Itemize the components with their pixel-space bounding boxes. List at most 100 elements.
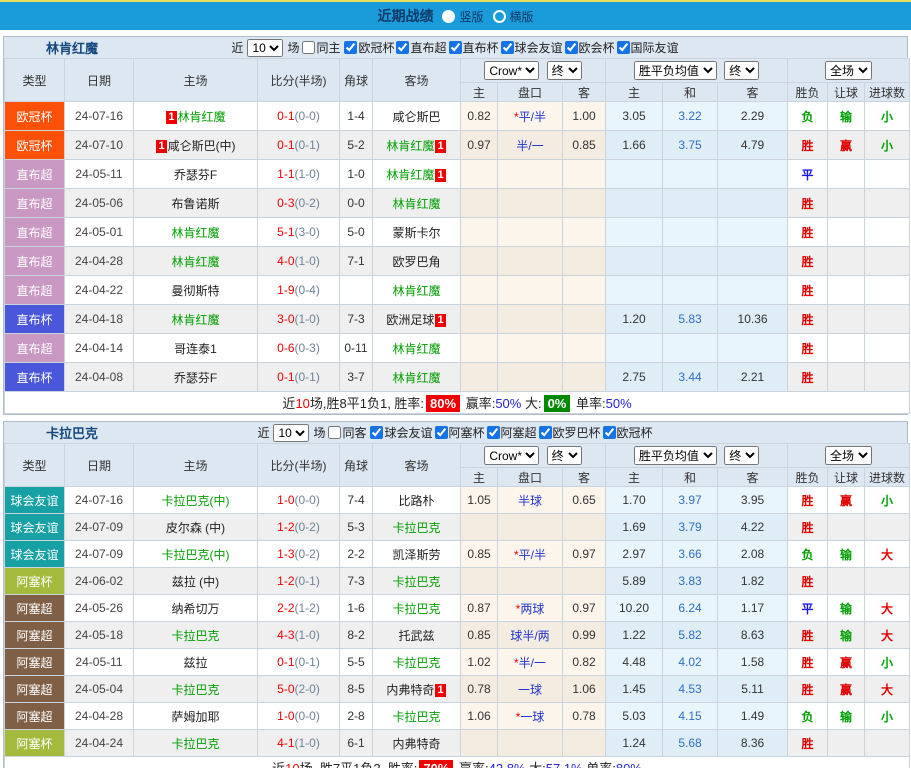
league-checkbox[interactable] <box>396 41 409 54</box>
near-count-select[interactable]: 10 <box>273 424 309 442</box>
league-checkbox[interactable] <box>501 41 514 54</box>
league-filter[interactable]: 欧会杯 <box>565 39 615 56</box>
away-team-link[interactable]: 卡拉巴克 <box>392 575 440 589</box>
odds-away-cell: 0.99 <box>563 622 606 649</box>
league-filter[interactable]: 直布超 <box>396 39 446 56</box>
away-team-link[interactable]: 凯泽斯劳 <box>392 548 440 562</box>
radio-horizontal-icon[interactable] <box>493 10 506 23</box>
home-team-link[interactable]: 布鲁诺斯 <box>171 197 219 211</box>
same-filter[interactable]: 同客 <box>328 424 366 441</box>
home-team-cell: 卡拉巴克 <box>134 622 258 649</box>
home-team-link[interactable]: 卡拉巴克(中) <box>162 494 230 508</box>
home-team-link[interactable]: 兹拉 <box>183 656 207 670</box>
away-team-link[interactable]: 卡拉巴克 <box>392 710 440 724</box>
home-team-link[interactable]: 林肯红魔 <box>171 313 219 327</box>
handicap-line-cell <box>498 363 563 392</box>
home-team-link[interactable]: 纳希切万 <box>171 602 219 616</box>
away-team-link[interactable]: 欧罗巴角 <box>392 255 440 269</box>
league-filter[interactable]: 国际友谊 <box>617 39 679 56</box>
same-filter-checkbox[interactable] <box>302 41 315 54</box>
match-date-cell: 24-05-18 <box>65 622 134 649</box>
away-team-link[interactable]: 林肯红魔 <box>392 371 440 385</box>
summary-text: 赢率: <box>462 396 495 411</box>
away-team-link[interactable]: 林肯红魔 <box>386 168 434 182</box>
fulltime-score: 4-1 <box>277 736 294 750</box>
wdl-result-cell: 胜 <box>788 514 828 541</box>
league-filter[interactable]: 球会友谊 <box>501 39 563 56</box>
home-team-link[interactable]: 卡拉巴克 <box>171 683 219 697</box>
away-team-link[interactable]: 卡拉巴克 <box>392 521 440 535</box>
handicap-result-cell: 输 <box>828 622 865 649</box>
col-odds-home: 主 <box>461 83 498 102</box>
league-checkbox[interactable] <box>617 41 630 54</box>
home-team-link[interactable]: 皮尔森 (中) <box>166 521 225 535</box>
fullmatch-select[interactable]: 全场 <box>825 446 872 465</box>
league-checkbox[interactable] <box>435 426 448 439</box>
league-filter[interactable]: 欧罗巴杯 <box>539 424 601 441</box>
col-odds-away: 客 <box>563 83 606 102</box>
handicap-result-cell: 赢 <box>828 649 865 676</box>
home-team-link[interactable]: 林肯红魔 <box>178 110 226 124</box>
radio-vertical-icon[interactable] <box>442 10 455 23</box>
away-team-link[interactable]: 林肯红魔 <box>392 197 440 211</box>
home-team-link[interactable]: 林肯红魔 <box>171 255 219 269</box>
avg-select[interactable]: 胜平负均值 <box>634 446 717 465</box>
away-team-link[interactable]: 欧洲足球 <box>386 313 434 327</box>
fullmatch-select[interactable]: 全场 <box>825 61 872 80</box>
away-team-link[interactable]: 蒙斯卡尔 <box>392 226 440 240</box>
handicap-line-cell <box>498 514 563 541</box>
avg-select[interactable]: 胜平负均值 <box>634 61 717 80</box>
league-checkbox[interactable] <box>487 426 500 439</box>
league-checkbox[interactable] <box>565 41 578 54</box>
radio-vertical[interactable]: 竖版 <box>442 8 483 25</box>
league-checkbox[interactable] <box>344 41 357 54</box>
away-team-link[interactable]: 林肯红魔 <box>386 139 434 153</box>
league-filter[interactable]: 阿塞杯 <box>435 424 485 441</box>
goals-result-cell: 大 <box>865 541 910 568</box>
team-name[interactable]: 林肯红魔 <box>46 38 98 57</box>
final-select-2[interactable]: 终 <box>724 446 759 465</box>
away-team-link[interactable]: 内弗特奇 <box>386 683 434 697</box>
league-checkbox[interactable] <box>370 426 383 439</box>
league-filter[interactable]: 阿塞超 <box>487 424 537 441</box>
away-team-link[interactable]: 内弗特奇 <box>392 737 440 751</box>
final-select[interactable]: 终 <box>547 446 582 465</box>
same-filter-checkbox[interactable] <box>328 426 341 439</box>
league-filter[interactable]: 球会友谊 <box>370 424 432 441</box>
same-filter[interactable]: 同主 <box>302 39 340 56</box>
away-team-link[interactable]: 卡拉巴克 <box>392 602 440 616</box>
radio-horizontal[interactable]: 横版 <box>493 8 534 25</box>
away-team-link[interactable]: 咸仑斯巴 <box>392 110 440 124</box>
league-filter[interactable]: 欧冠杯 <box>344 39 394 56</box>
league-filter[interactable]: 直布杯 <box>449 39 499 56</box>
home-team-link[interactable]: 卡拉巴克(中) <box>162 548 230 562</box>
home-team-link[interactable]: 咸仑斯巴(中) <box>168 139 236 153</box>
home-team-link[interactable]: 乔瑟芬F <box>174 168 217 182</box>
away-team-link[interactable]: 比路朴 <box>398 494 434 508</box>
crow-select[interactable]: Crow* <box>484 446 539 465</box>
league-checkbox[interactable] <box>449 41 462 54</box>
home-team-link[interactable]: 卡拉巴克 <box>171 629 219 643</box>
crow-select[interactable]: Crow* <box>484 61 539 80</box>
away-team-link[interactable]: 卡拉巴克 <box>392 656 440 670</box>
near-count-select[interactable]: 10 <box>247 39 283 57</box>
team-name[interactable]: 卡拉巴克 <box>46 423 98 442</box>
league-checkbox[interactable] <box>539 426 552 439</box>
final-select-2[interactable]: 终 <box>724 61 759 80</box>
score-cell: 5-1(3-0) <box>258 218 340 247</box>
avg-draw-cell: 3.97 <box>663 487 718 514</box>
away-team-link[interactable]: 林肯红魔 <box>392 284 440 298</box>
home-team-link[interactable]: 林肯红魔 <box>171 226 219 240</box>
home-team-link[interactable]: 曼彻斯特 <box>171 284 219 298</box>
away-team-link[interactable]: 林肯红魔 <box>392 342 440 356</box>
home-team-link[interactable]: 卡拉巴克 <box>171 737 219 751</box>
league-checkbox[interactable] <box>603 426 616 439</box>
league-filter[interactable]: 欧冠杯 <box>603 424 653 441</box>
final-select[interactable]: 终 <box>547 61 582 80</box>
avg-home-cell: 1.20 <box>606 305 663 334</box>
home-team-link[interactable]: 哥连泰1 <box>174 342 217 356</box>
away-team-link[interactable]: 托武兹 <box>398 629 434 643</box>
home-team-link[interactable]: 乔瑟芬F <box>174 371 217 385</box>
home-team-link[interactable]: 兹拉 (中) <box>172 575 219 589</box>
home-team-link[interactable]: 萨姆加耶 <box>171 710 219 724</box>
